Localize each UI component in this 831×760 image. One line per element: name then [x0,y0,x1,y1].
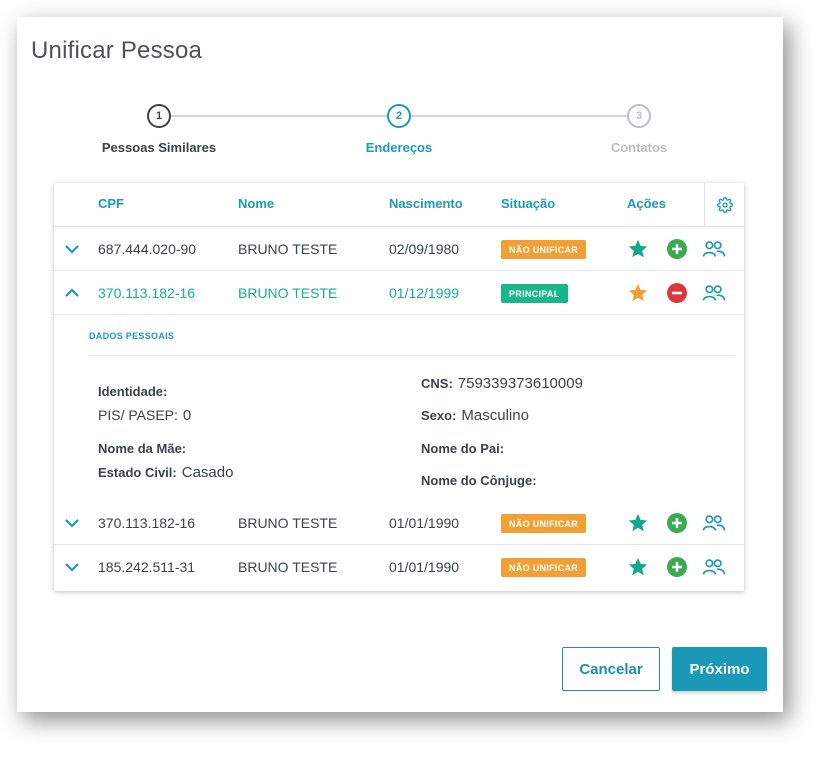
cell-nome: BRUNO TESTE [238,241,338,257]
view-persons-button[interactable] [702,511,726,535]
field-nome-conjuge: Nome do Cônjuge: [421,472,542,489]
personal-data-title: DADOS PESSOAIS [89,331,175,341]
field-identidade: Identidade: [98,383,172,400]
field-value: Casado [181,464,234,481]
stepper: 1 2 3 Pessoas Similares Endereços Contat… [17,103,783,163]
status-badge: NÃO UNIFICAR [501,514,587,533]
view-persons-button[interactable] [702,555,726,579]
unify-person-dialog: Unificar Pessoa 1 2 3 Pessoas Similares … [17,17,783,712]
view-persons-button[interactable] [702,237,726,261]
set-principal-button[interactable] [626,555,650,579]
column-header-nascimento[interactable]: Nascimento [389,196,463,211]
users-icon [702,241,726,257]
field-label: Sexo: [421,408,457,423]
cell-cpf: 185.242.511-31 [98,559,196,575]
cell-cpf: 370.113.182-16 [98,285,196,301]
cell-nascimento: 02/09/1980 [389,241,460,257]
field-label: Nome da Mãe: [98,441,187,456]
star-icon [628,557,648,576]
cell-nome: BRUNO TESTE [238,515,338,531]
next-button[interactable]: Próximo [672,647,767,691]
users-icon [702,515,726,531]
add-unify-button[interactable] [665,511,689,535]
cancel-button[interactable]: Cancelar [562,647,660,691]
column-header-acoes: Ações [627,196,667,211]
similar-persons-table: CPF Nome Nascimento Situação Ações 687.4… [54,183,744,591]
add-unify-button[interactable] [665,237,689,261]
field-estado-civil: Estado Civil: Casado [98,464,233,481]
field-label: Nome do Cônjuge: [421,473,537,488]
table-row: 185.242.511-31 BRUNO TESTE 01/01/1990 NÃ… [54,545,744,589]
field-cns: CNS: 759339373610009 [421,375,583,392]
remove-unify-button[interactable] [665,281,689,305]
step-3-label: Contatos [610,140,668,155]
step-connector [411,115,629,117]
plus-circle-icon [667,557,687,577]
cell-nome: BRUNO TESTE [238,559,338,575]
field-sexo: Sexo: Masculino [421,407,529,424]
step-2-indicator: 2 [387,104,411,128]
column-header-nome[interactable]: Nome [238,196,274,211]
field-value: Masculino [461,407,529,424]
cell-cpf: 687.444.020-90 [98,241,197,257]
field-value: 759339373610009 [457,375,583,392]
divider [89,355,734,356]
cell-nascimento: 01/01/1990 [389,515,460,531]
field-label: Nome do Pai: [421,441,505,456]
field-label: Identidade: [98,384,168,399]
field-label: CNS: [421,376,453,391]
cell-nome: BRUNO TESTE [238,285,338,301]
chevron-down-icon[interactable] [63,240,81,258]
status-badge: NÃO UNIFICAR [501,558,587,577]
field-label: PIS/ PASEP: [98,407,178,423]
table-row: 370.113.182-16 BRUNO TESTE 01/12/1999 PR… [54,271,744,315]
field-nome-pai: Nome do Pai: [421,440,509,457]
step-1-indicator: 1 [147,104,171,128]
users-icon [702,285,726,301]
chevron-up-icon[interactable] [63,284,81,302]
star-icon [628,239,648,258]
users-icon [702,559,726,575]
column-header-cpf[interactable]: CPF [98,196,124,211]
cell-nascimento: 01/12/1999 [389,285,460,301]
star-icon [628,513,648,532]
field-pis-pasep: PIS/ PASEP: 0 [98,407,191,424]
add-unify-button[interactable] [665,555,689,579]
minus-circle-icon [667,283,687,303]
chevron-down-icon[interactable] [63,558,81,576]
table-row: 370.113.182-16 BRUNO TESTE 01/01/1990 NÃ… [54,501,744,545]
step-2-label: Endereços [365,140,433,155]
cell-cpf: 370.113.182-16 [98,515,196,531]
chevron-down-icon[interactable] [63,514,81,532]
plus-circle-icon [667,513,687,533]
table-row: 687.444.020-90 BRUNO TESTE 02/09/1980 NÃ… [54,227,744,271]
table-header: CPF Nome Nascimento Situação Ações [54,183,744,227]
star-icon [628,283,648,302]
cell-nascimento: 01/01/1990 [389,559,460,575]
column-header-situacao[interactable]: Situação [501,196,555,211]
field-value: 0 [182,407,192,424]
table-settings-button[interactable] [704,183,744,227]
set-principal-button[interactable] [626,237,650,261]
view-persons-button[interactable] [702,281,726,305]
set-principal-button[interactable] [626,281,650,305]
status-badge: PRINCIPAL [501,284,568,303]
step-3-indicator: 3 [627,104,651,128]
field-label: Estado Civil: [98,465,177,480]
step-1-label: Pessoas Similares [101,140,217,155]
step-connector [170,115,387,117]
gear-icon [716,197,733,213]
dialog-title: Unificar Pessoa [31,37,203,64]
status-badge: NÃO UNIFICAR [501,240,587,259]
plus-circle-icon [667,239,687,259]
personal-data-panel: DADOS PESSOAIS Identidade: PIS/ PASEP: 0 … [54,315,744,503]
field-nome-mae: Nome da Mãe: [98,440,191,457]
set-principal-button[interactable] [626,511,650,535]
